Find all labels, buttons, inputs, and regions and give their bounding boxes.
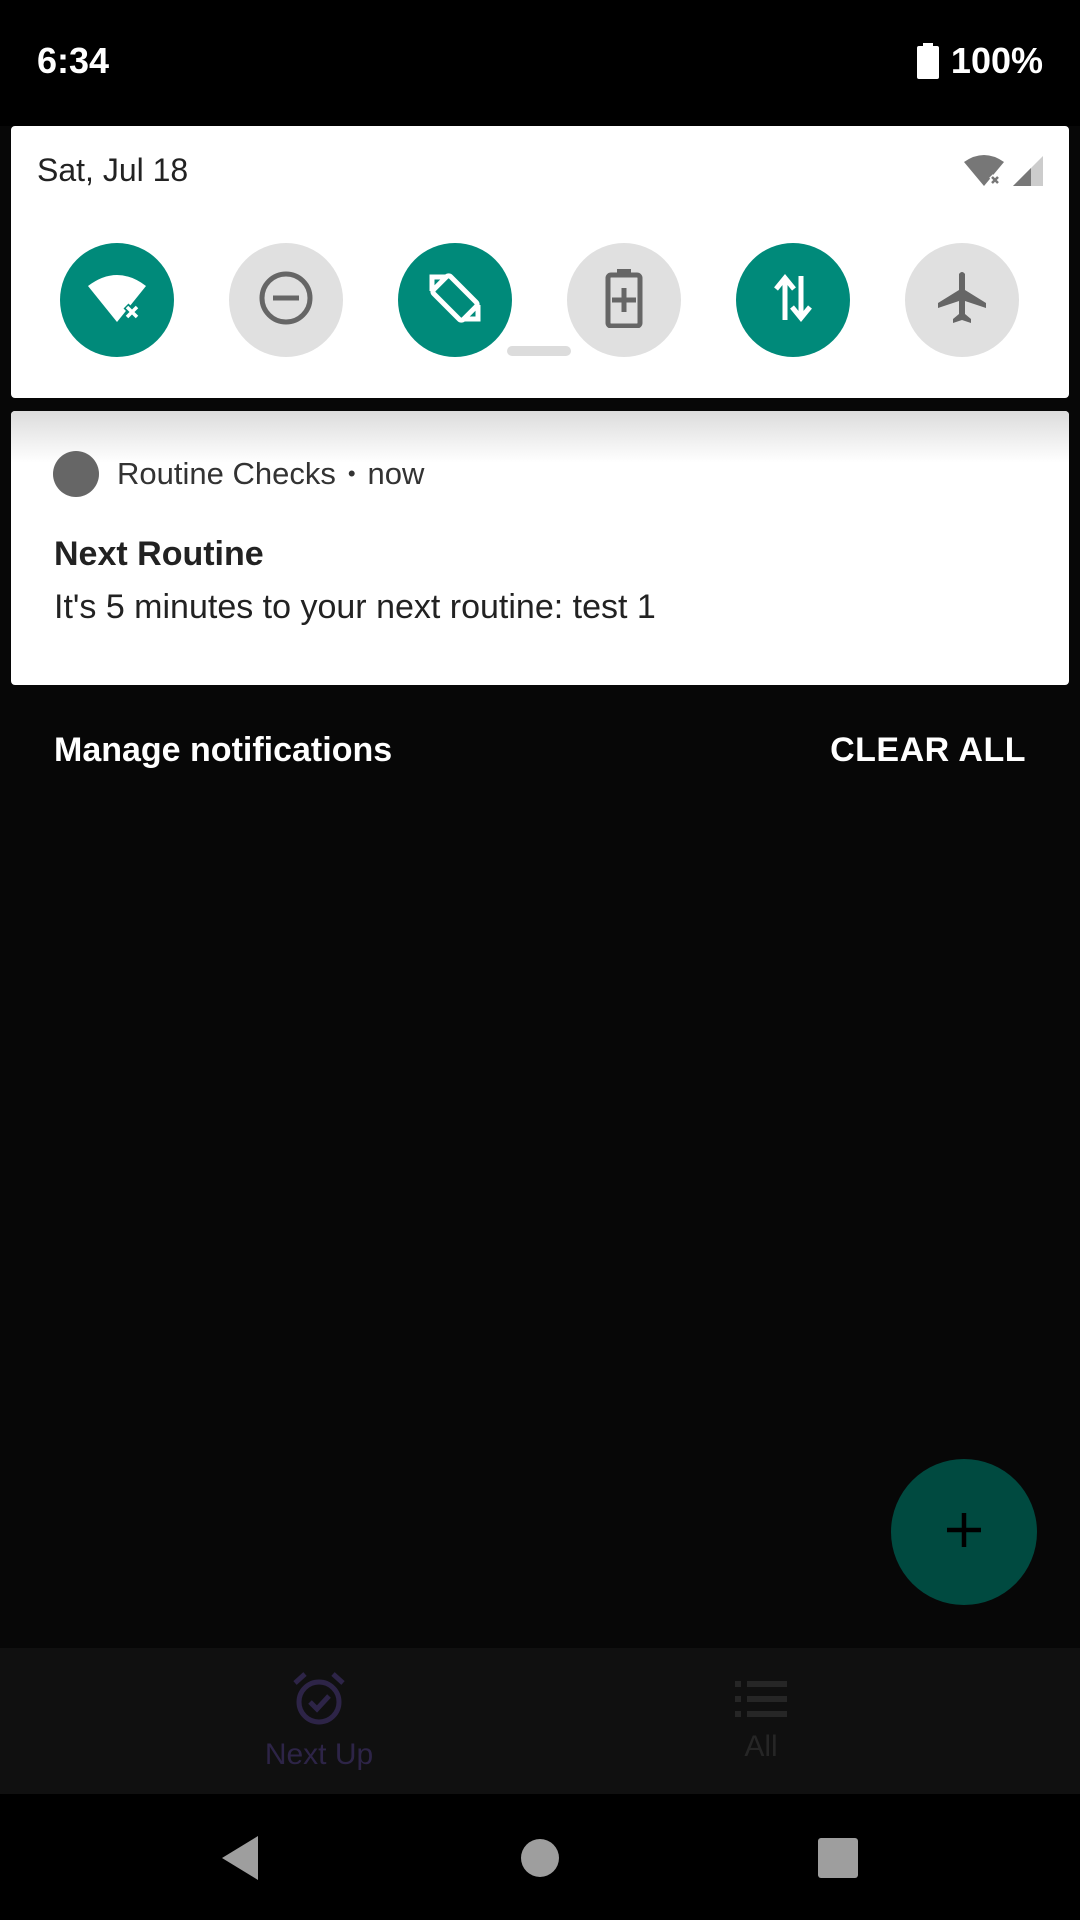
- wifi-off-icon: [86, 272, 148, 329]
- status-time: 6:34: [37, 40, 110, 81]
- qs-date[interactable]: Sat, Jul 18: [37, 152, 188, 189]
- notification-header: Routine Checks • now: [53, 451, 424, 497]
- notification-app-name: Routine Checks: [117, 456, 336, 491]
- screen: 6:34 100% Sat, Jul 18 Routine Checks • n…: [0, 0, 1080, 1920]
- quick-settings-panel: Sat, Jul 18: [11, 126, 1069, 398]
- qs-tiles: [11, 243, 1069, 361]
- system-navigation-bar: [0, 1794, 1080, 1920]
- notification-card[interactable]: Routine Checks • now Next Routine It's 5…: [11, 411, 1069, 685]
- status-right: 100%: [916, 40, 1043, 82]
- manage-notifications-button[interactable]: Manage notifications: [54, 731, 392, 770]
- qs-tile-airplane-mode[interactable]: [905, 243, 1019, 357]
- notification-time: now: [367, 456, 425, 491]
- cell-signal-icon: [1011, 154, 1043, 193]
- qs-tile-auto-rotate[interactable]: [398, 243, 512, 357]
- qs-drag-handle[interactable]: [507, 346, 571, 356]
- qs-status-icons: [963, 154, 1043, 193]
- notification-text: It's 5 minutes to your next routine: tes…: [54, 588, 656, 626]
- do-not-disturb-icon: [258, 270, 314, 331]
- qs-tile-battery-saver[interactable]: [567, 243, 681, 357]
- app-icon: [53, 451, 99, 497]
- nav-item-all[interactable]: All: [541, 1648, 981, 1794]
- recents-icon: [818, 1837, 858, 1883]
- back-button[interactable]: [210, 1830, 270, 1890]
- list-icon: [735, 1679, 787, 1724]
- nav-label-all: All: [744, 1729, 778, 1763]
- plus-icon: [944, 1510, 984, 1555]
- bottom-navigation: Next Up All: [0, 1648, 1080, 1794]
- wifi-off-icon: [963, 154, 1005, 193]
- battery-percent: 100%: [950, 40, 1043, 81]
- mobile-data-icon: [773, 272, 813, 329]
- home-button[interactable]: [510, 1830, 570, 1890]
- nav-label-next-up: Next Up: [264, 1737, 374, 1771]
- qs-tile-do-not-disturb[interactable]: [229, 243, 343, 357]
- notification-separator: •: [347, 461, 356, 486]
- recents-button[interactable]: [808, 1830, 868, 1890]
- battery-saver-icon: [604, 268, 644, 333]
- airplane-mode-icon: [934, 270, 990, 331]
- qs-tile-mobile-data[interactable]: [736, 243, 850, 357]
- nav-item-next-up[interactable]: Next Up: [99, 1648, 539, 1794]
- add-routine-button[interactable]: [891, 1459, 1037, 1605]
- back-icon: [218, 1834, 262, 1887]
- alarm-check-icon: [291, 1671, 347, 1732]
- notification-title: Next Routine: [54, 535, 264, 573]
- battery-full-icon: [916, 43, 939, 79]
- auto-rotate-icon: [426, 269, 484, 332]
- qs-tile-wifi[interactable]: [60, 243, 174, 357]
- home-icon: [520, 1838, 560, 1883]
- clear-all-button[interactable]: CLEAR ALL: [830, 731, 1026, 770]
- status-bar: 6:34 100%: [0, 0, 1080, 126]
